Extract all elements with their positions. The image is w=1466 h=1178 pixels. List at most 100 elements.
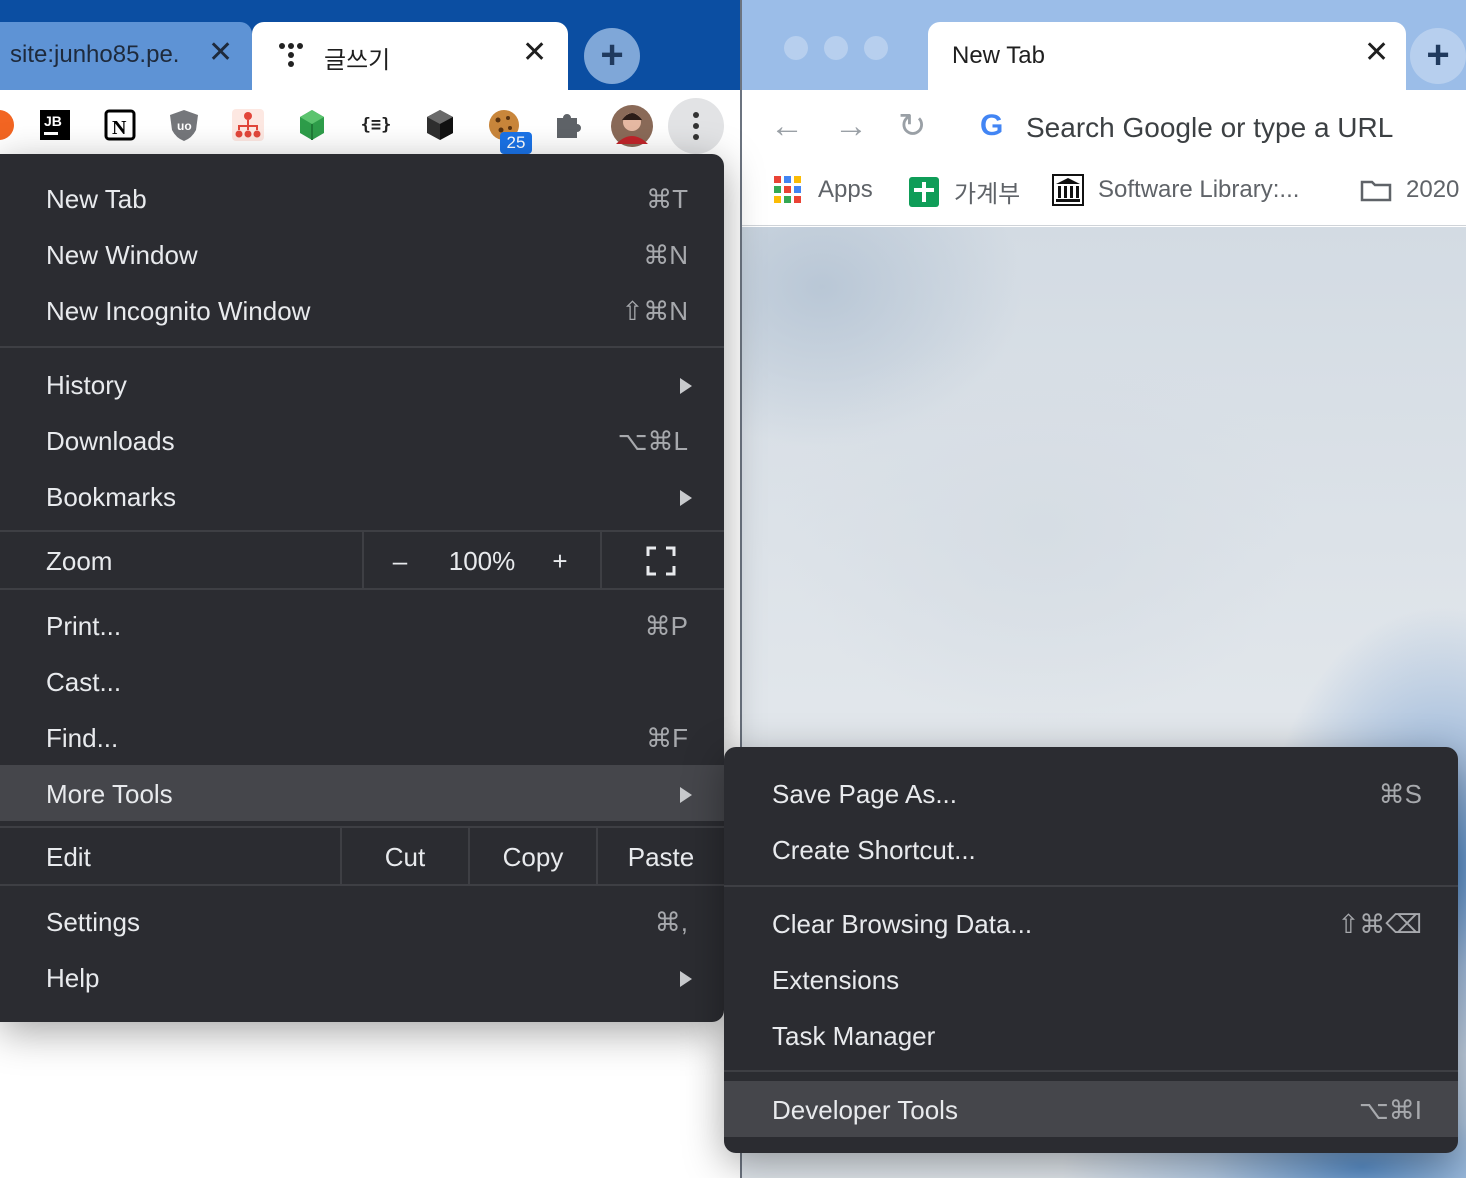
- menu-item-new-tab[interactable]: New Tab ⌘T: [0, 170, 724, 226]
- menu-item-shortcut: ⌘N: [643, 240, 688, 270]
- library-icon: [1052, 174, 1084, 206]
- fullscreen-icon[interactable]: [646, 546, 676, 576]
- kebab-menu-icon[interactable]: [668, 98, 724, 154]
- notion-icon[interactable]: N: [103, 108, 137, 142]
- jetbrains-icon[interactable]: JB: [38, 108, 72, 142]
- new-tab-button[interactable]: +: [1410, 28, 1466, 84]
- menu-item-label: Developer Tools: [772, 1095, 958, 1125]
- dots-favicon-icon: [279, 43, 303, 67]
- bookmarks-bar: Apps 가계부 Software Library:... 2020: [742, 162, 1466, 226]
- tab-site-search[interactable]: site:junho85.pe. ✕: [0, 22, 252, 90]
- zoom-window-icon[interactable]: [864, 36, 888, 60]
- bookmark-folder-2020[interactable]: 2020: [1360, 174, 1459, 206]
- zoom-out-button[interactable]: –: [388, 546, 412, 577]
- menu-item-save-page-as[interactable]: Save Page As... ⌘S: [724, 765, 1458, 821]
- menu-item-shortcut: ⌥⌘I: [1358, 1095, 1422, 1125]
- google-g-icon: G: [980, 109, 1004, 142]
- menu-item-find[interactable]: Find... ⌘F: [0, 709, 724, 765]
- menu-item-label: Create Shortcut...: [772, 835, 976, 865]
- menu-separator: [724, 1070, 1458, 1072]
- bookmark-software-library[interactable]: Software Library:...: [1052, 174, 1299, 206]
- zoom-in-button[interactable]: +: [548, 546, 572, 577]
- menu-item-shortcut: ⌘P: [644, 611, 688, 641]
- chrome-main-menu: New Tab ⌘T New Window ⌘N New Incognito W…: [0, 154, 724, 1022]
- menu-item-create-shortcut[interactable]: Create Shortcut...: [724, 821, 1458, 877]
- edit-label: Edit: [46, 842, 91, 872]
- tab-title: 글쓰기: [324, 47, 391, 74]
- svg-text:JB: JB: [44, 113, 62, 129]
- menu-item-shortcut: ⇧⌘N: [621, 296, 688, 326]
- menu-item-downloads[interactable]: Downloads ⌥⌘L: [0, 412, 724, 468]
- omnibox[interactable]: G Search Google or type a URL: [964, 98, 1466, 154]
- menu-item-new-incognito-window[interactable]: New Incognito Window ⇧⌘N: [0, 282, 724, 338]
- tab-title: site:junho85.pe.: [10, 41, 180, 68]
- bookmark-label: Apps: [818, 176, 873, 203]
- menu-separator: [0, 884, 724, 886]
- cut-button[interactable]: Cut: [342, 842, 468, 873]
- menu-item-extensions[interactable]: Extensions: [724, 951, 1458, 1007]
- bookmark-apps[interactable]: Apps: [772, 174, 873, 206]
- menu-item-more-tools[interactable]: More Tools: [0, 765, 724, 821]
- json-viewer-icon[interactable]: {≡}: [359, 108, 393, 142]
- menu-item-new-window[interactable]: New Window ⌘N: [0, 226, 724, 282]
- menu-item-label: New Tab: [46, 184, 147, 214]
- close-window-icon[interactable]: [784, 36, 808, 60]
- zoom-label: Zoom: [46, 546, 113, 576]
- menu-item-shortcut: ⌘,: [654, 907, 688, 937]
- left-toolbar: JB N uo {≡} 25: [0, 90, 740, 160]
- menu-item-settings[interactable]: Settings ⌘,: [0, 893, 724, 949]
- menu-item-label: Help: [46, 963, 100, 993]
- avatar[interactable]: [610, 104, 654, 148]
- submenu-arrow-icon: [680, 378, 692, 394]
- green-cube-icon[interactable]: [295, 108, 329, 142]
- close-icon[interactable]: ✕: [1364, 38, 1389, 68]
- menu-item-history[interactable]: History: [0, 356, 724, 412]
- menu-item-print[interactable]: Print... ⌘P: [0, 597, 724, 653]
- menu-item-label: Settings: [46, 907, 140, 937]
- black-cube-icon[interactable]: [423, 108, 457, 142]
- firefox-like-icon[interactable]: [0, 108, 16, 142]
- menu-item-label: Save Page As...: [772, 779, 958, 809]
- bookmark-label: 2020: [1406, 176, 1460, 203]
- menu-item-task-manager[interactable]: Task Manager: [724, 1007, 1458, 1063]
- svg-text:uo: uo: [177, 119, 192, 133]
- menu-item-label: New Incognito Window: [46, 296, 311, 326]
- copy-button[interactable]: Copy: [470, 842, 596, 873]
- right-tab-strip: New Tab ✕ +: [742, 0, 1466, 90]
- menu-item-label: Clear Browsing Data...: [772, 909, 1033, 939]
- menu-separator: [0, 588, 724, 590]
- zoom-divider: [362, 532, 364, 590]
- menu-item-developer-tools[interactable]: Developer Tools ⌥⌘I: [724, 1081, 1458, 1137]
- back-icon[interactable]: ←: [770, 106, 804, 146]
- zoom-divider: [600, 532, 602, 590]
- menu-separator: [724, 885, 1458, 887]
- left-tab-strip: site:junho85.pe. ✕ 글쓰기 ✕ +: [0, 0, 740, 90]
- close-icon[interactable]: ✕: [208, 38, 233, 68]
- puzzle-icon[interactable]: [551, 108, 585, 142]
- svg-text:N: N: [112, 117, 127, 139]
- minimize-window-icon[interactable]: [824, 36, 848, 60]
- ublock-icon[interactable]: uo: [167, 108, 201, 142]
- tree-icon[interactable]: [231, 108, 265, 142]
- menu-item-bookmarks[interactable]: Bookmarks: [0, 468, 724, 524]
- menu-item-label: Find...: [46, 723, 119, 753]
- bookmark-ledger[interactable]: 가계부: [908, 174, 1020, 209]
- menu-item-shortcut: ⌘F: [646, 723, 688, 753]
- more-tools-submenu: Save Page As... ⌘S Create Shortcut... Cl…: [724, 747, 1458, 1153]
- menu-item-cast[interactable]: Cast...: [0, 653, 724, 709]
- reload-icon[interactable]: ↻: [898, 106, 927, 146]
- menu-item-help[interactable]: Help: [0, 949, 724, 1005]
- menu-item-shortcut: ⌘S: [1378, 779, 1422, 809]
- new-tab-button[interactable]: +: [584, 28, 640, 84]
- tab-new-tab[interactable]: New Tab ✕: [928, 22, 1406, 90]
- close-icon[interactable]: ✕: [522, 38, 547, 68]
- tab-write[interactable]: 글쓰기 ✕: [252, 22, 568, 90]
- menu-item-label: History: [46, 370, 127, 400]
- forward-icon[interactable]: →: [834, 106, 868, 146]
- menu-item-clear-browsing-data[interactable]: Clear Browsing Data... ⇧⌘⌫: [724, 895, 1458, 951]
- bookmark-label: 가계부: [954, 181, 1021, 208]
- omnibox-placeholder: Search Google or type a URL: [1026, 112, 1394, 143]
- paste-button[interactable]: Paste: [598, 842, 724, 873]
- submenu-arrow-icon: [680, 971, 692, 987]
- menu-item-label: Print...: [46, 611, 122, 641]
